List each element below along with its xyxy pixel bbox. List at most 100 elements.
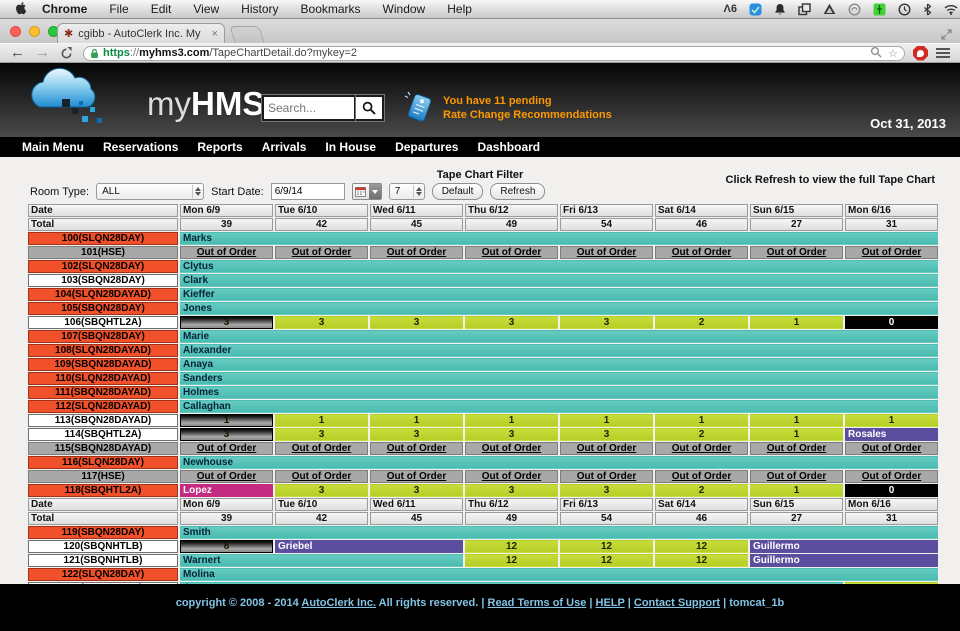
out-of-order-cell[interactable]: Out of Order <box>465 442 558 455</box>
autoclerk-link[interactable]: AutoClerk Inc. <box>301 597 376 609</box>
notification-text[interactable]: You have 11 pending Rate Change Recommen… <box>443 94 612 122</box>
out-of-order-cell[interactable]: Out of Order <box>655 442 748 455</box>
bluetooth-icon[interactable] <box>923 2 932 16</box>
tab-close-icon[interactable]: × <box>212 28 218 40</box>
days-select[interactable]: 7 <box>389 183 425 200</box>
booking-cell[interactable]: Newhouse <box>180 456 938 469</box>
address-bar[interactable]: https://myhms3.com/TapeChartDetail.do?my… <box>83 46 905 61</box>
out-of-order-cell[interactable]: Out of Order <box>370 470 463 483</box>
booking-cell[interactable]: Warnert <box>180 554 463 567</box>
wifi-icon[interactable] <box>944 2 958 16</box>
booking-cell[interactable]: Callaghan <box>180 400 938 413</box>
bell-icon[interactable] <box>774 2 786 16</box>
out-of-order-cell[interactable]: Out of Order <box>465 470 558 483</box>
booking-cell[interactable]: Lopez <box>180 484 273 497</box>
out-of-order-cell[interactable]: Out of Order <box>370 442 463 455</box>
booking-cell[interactable]: Clark <box>180 274 938 287</box>
out-of-order-cell[interactable]: Out of Order <box>275 246 368 259</box>
booking-cell[interactable]: Marie <box>180 330 938 343</box>
out-of-order-cell[interactable]: Out of Order <box>370 246 463 259</box>
out-of-order-cell[interactable]: Out of Order <box>180 442 273 455</box>
out-of-order-cell[interactable]: Out of Order <box>750 246 843 259</box>
menubar-item-history[interactable]: History <box>241 2 278 16</box>
nav-item-arrivals[interactable]: Arrivals <box>262 140 307 154</box>
back-button[interactable]: ← <box>10 46 25 60</box>
calendar-picker-button[interactable] <box>352 183 382 200</box>
apple-icon[interactable] <box>16 2 28 16</box>
menubar-item-window[interactable]: Window <box>383 2 426 16</box>
url-scheme: https <box>103 47 130 59</box>
out-of-order-cell[interactable]: Out of Order <box>275 470 368 483</box>
adobe-icon[interactable]: Λ6 <box>724 2 737 16</box>
minimize-window-button[interactable] <box>29 26 40 37</box>
booking-cell[interactable]: Guillermo <box>750 554 938 567</box>
out-of-order-cell[interactable]: Out of Order <box>655 246 748 259</box>
booking-cell[interactable]: Alexander <box>180 344 938 357</box>
zoom-page-icon[interactable] <box>870 46 882 61</box>
nav-item-in-house[interactable]: In House <box>325 140 376 154</box>
nav-item-reports[interactable]: Reports <box>197 140 242 154</box>
time-machine-icon[interactable] <box>898 2 911 16</box>
menubar-item-bookmarks[interactable]: Bookmarks <box>301 2 361 16</box>
out-of-order-cell[interactable]: Out of Order <box>275 442 368 455</box>
nav-item-reservations[interactable]: Reservations <box>103 140 178 154</box>
menubar-item-view[interactable]: View <box>193 2 219 16</box>
day-header-cell: Mon 6/16 <box>845 498 938 511</box>
creative-cloud-icon[interactable] <box>848 2 861 16</box>
booking-cell[interactable]: Rosales <box>845 428 938 441</box>
search-button[interactable] <box>356 95 384 121</box>
close-window-button[interactable] <box>10 26 21 37</box>
room-type-select[interactable]: ALL <box>96 183 204 200</box>
gdrive-icon[interactable] <box>823 2 836 16</box>
booking-cell[interactable]: Smith <box>180 526 938 539</box>
booking-cell[interactable]: Molina <box>180 568 938 581</box>
nav-item-dashboard[interactable]: Dashboard <box>477 140 540 154</box>
duplicate-icon[interactable] <box>798 2 811 16</box>
booking-cell[interactable]: Marks <box>180 232 938 245</box>
ssl-lock-icon[interactable] <box>90 48 99 59</box>
menubar-item-file[interactable]: File <box>109 2 128 16</box>
booking-cell[interactable]: Guillermo <box>750 540 938 553</box>
out-of-order-cell[interactable]: Out of Order <box>560 246 653 259</box>
adblock-stop-icon[interactable] <box>913 46 928 61</box>
nav-item-main-menu[interactable]: Main Menu <box>22 140 84 154</box>
booking-cell[interactable]: Kieffer <box>180 288 938 301</box>
booking-cell[interactable]: Jones <box>180 302 938 315</box>
help-link[interactable]: HELP <box>596 597 625 609</box>
out-of-order-cell[interactable]: Out of Order <box>180 470 273 483</box>
new-tab-button[interactable] <box>229 26 265 43</box>
reload-button[interactable] <box>60 47 73 60</box>
support-link[interactable]: Contact Support <box>634 597 720 609</box>
out-of-order-cell[interactable]: Out of Order <box>560 470 653 483</box>
search-input[interactable] <box>262 95 356 121</box>
out-of-order-cell[interactable]: Out of Order <box>845 470 938 483</box>
booking-cell[interactable]: Griebel <box>275 540 463 553</box>
forward-button[interactable]: → <box>35 46 50 60</box>
out-of-order-cell[interactable]: Out of Order <box>750 442 843 455</box>
out-of-order-cell[interactable]: Out of Order <box>560 442 653 455</box>
menubar-item-chrome[interactable]: Chrome <box>42 2 87 16</box>
bookmark-star-icon[interactable]: ☆ <box>888 47 898 60</box>
battery-icon[interactable] <box>873 2 886 16</box>
out-of-order-cell[interactable]: Out of Order <box>655 470 748 483</box>
booking-cell[interactable]: Holmes <box>180 386 938 399</box>
booking-cell[interactable]: Clytus <box>180 260 938 273</box>
chrome-menu-icon[interactable] <box>936 46 950 60</box>
dropbox-icon[interactable] <box>749 2 762 16</box>
booking-cell[interactable]: Sanders <box>180 372 938 385</box>
out-of-order-cell[interactable]: Out of Order <box>845 442 938 455</box>
nav-item-departures[interactable]: Departures <box>395 140 458 154</box>
out-of-order-cell[interactable]: Out of Order <box>465 246 558 259</box>
browser-tab[interactable]: ✱ cgibb - AutoClerk Inc. My × <box>57 23 225 43</box>
menubar-item-help[interactable]: Help <box>447 2 472 16</box>
default-button[interactable]: Default <box>432 183 484 200</box>
out-of-order-cell[interactable]: Out of Order <box>750 470 843 483</box>
booking-cell[interactable]: Anaya <box>180 358 938 371</box>
start-date-input[interactable] <box>271 183 345 200</box>
menubar-item-edit[interactable]: Edit <box>151 2 172 16</box>
rate-tag-icon[interactable] <box>404 91 436 130</box>
out-of-order-cell[interactable]: Out of Order <box>845 246 938 259</box>
out-of-order-cell[interactable]: Out of Order <box>180 246 273 259</box>
refresh-button[interactable]: Refresh <box>490 183 545 200</box>
terms-link[interactable]: Read Terms of Use <box>488 597 587 609</box>
